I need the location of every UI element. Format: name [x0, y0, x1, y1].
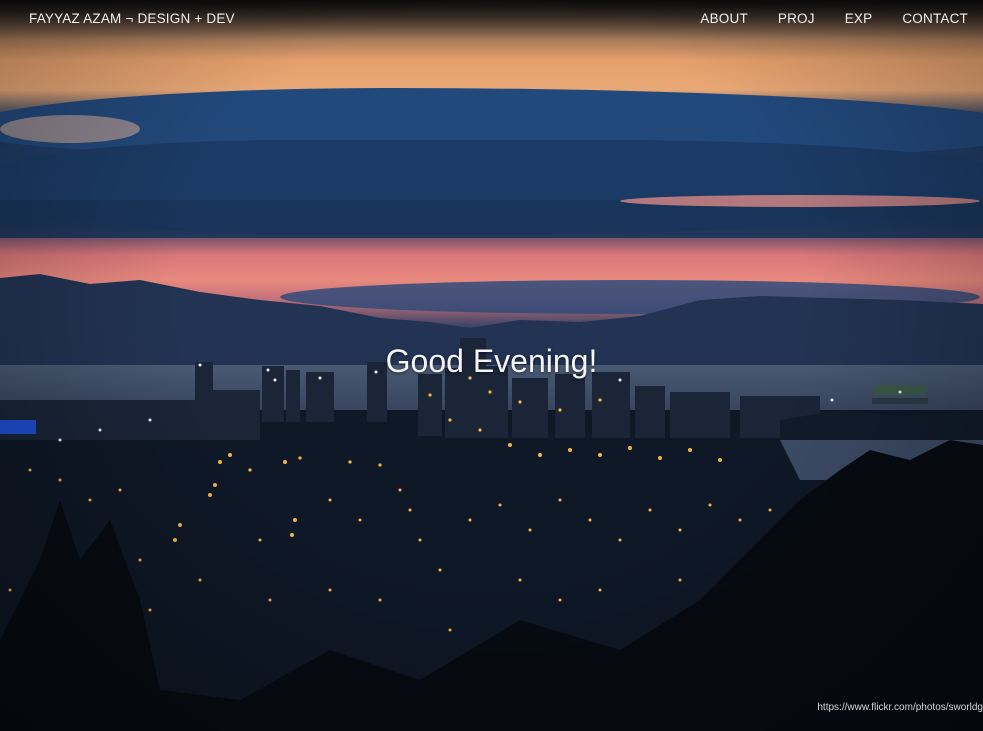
nav-menu: ABOUT PROJ EXP CONTACT: [670, 11, 968, 26]
brand-logo-link[interactable]: FAYYAZ AZAM ¬ DESIGN + DEV: [29, 11, 235, 26]
nav-link-contact[interactable]: CONTACT: [902, 11, 968, 26]
nav-link-exp[interactable]: EXP: [845, 11, 873, 26]
greeting-heading: Good Evening!: [385, 343, 598, 379]
nav-link-proj[interactable]: PROJ: [778, 11, 815, 26]
nav-link-about[interactable]: ABOUT: [700, 11, 748, 26]
top-nav: FAYYAZ AZAM ¬ DESIGN + DEV ABOUT PROJ EX…: [0, 0, 983, 36]
photo-credit-link[interactable]: https://www.flickr.com/photos/sworldg: [817, 702, 983, 713]
